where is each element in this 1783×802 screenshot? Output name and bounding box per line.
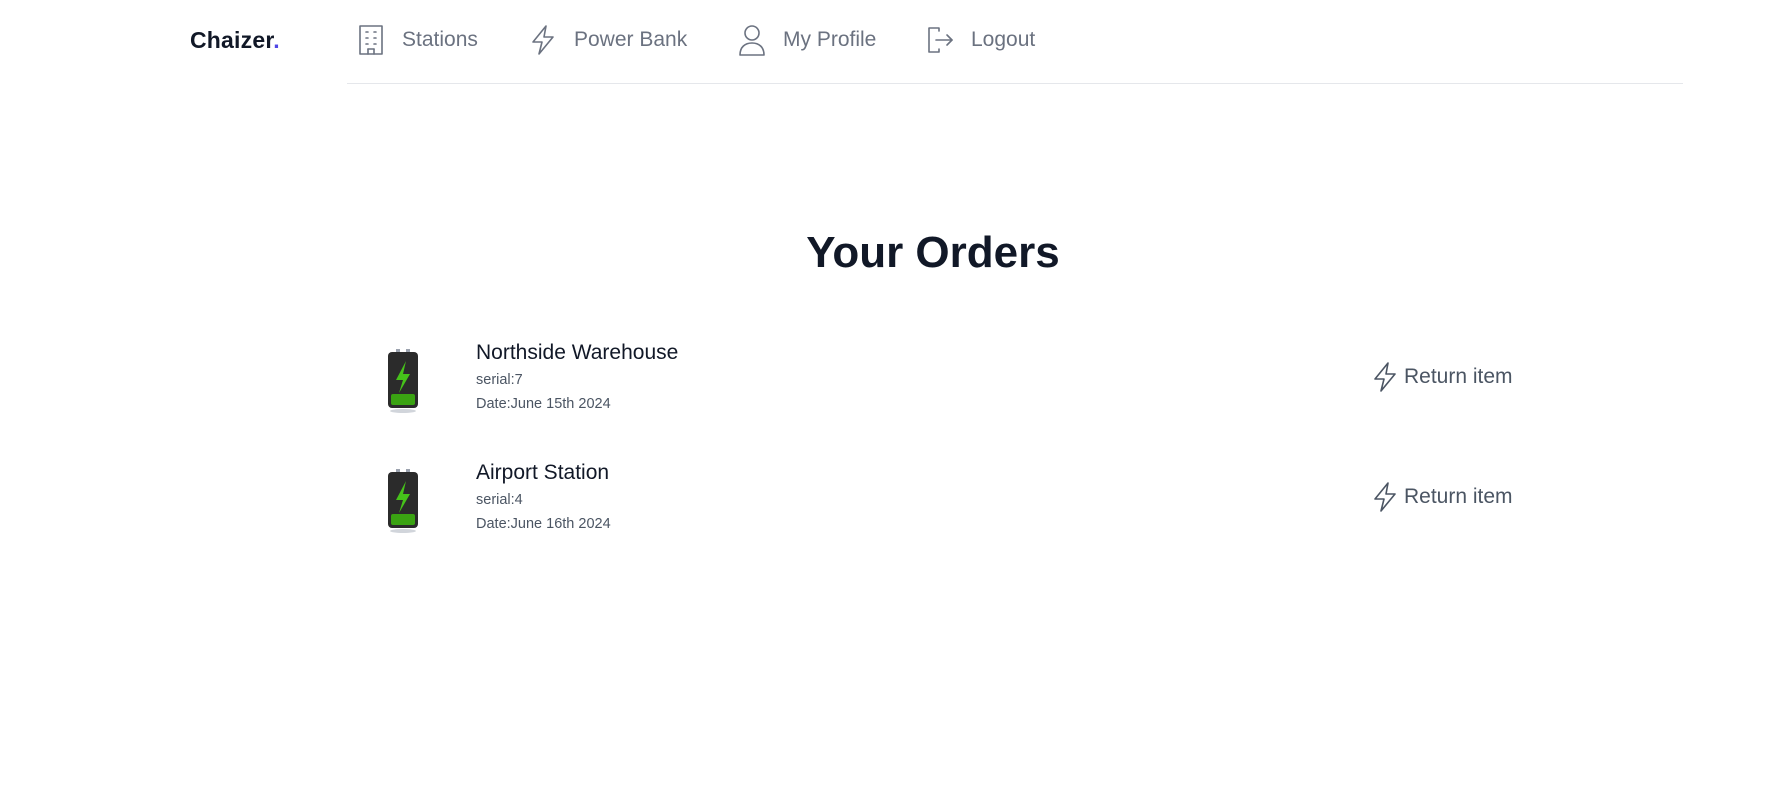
nav-power-bank[interactable]: Power Bank	[528, 22, 687, 58]
page-title: Your Orders	[806, 228, 1060, 277]
nav-label: Logout	[971, 28, 1036, 51]
building-icon	[359, 25, 383, 55]
user-icon	[739, 25, 765, 56]
serial-number: serial:4	[476, 492, 523, 508]
return-item-button[interactable]: Return item	[1370, 360, 1513, 394]
order-item: Northside Warehouse serial:7 Date:June 1…	[385, 338, 1515, 434]
nav-stations[interactable]: Stations	[356, 22, 478, 58]
brand-logo[interactable]: Chaizer.	[190, 27, 280, 54]
brand-name: Chaizer	[190, 27, 274, 53]
order-item: Airport Station serial:4 Date:June 16th …	[385, 458, 1515, 554]
bolt-icon	[1374, 362, 1396, 392]
serial-number: serial:7	[476, 372, 523, 388]
order-details: Airport Station serial:4 Date:June 16th …	[476, 458, 611, 536]
order-date: Date:June 15th 2024	[476, 396, 611, 412]
battery-icon	[388, 349, 418, 413]
return-item-label: Return item	[1404, 365, 1513, 388]
brand-dot: .	[273, 27, 280, 53]
nav-logout[interactable]: Logout	[925, 22, 1035, 58]
return-item-label: Return item	[1404, 485, 1513, 508]
station-name: Airport Station	[476, 461, 610, 484]
order-details: Northside Warehouse serial:7 Date:June 1…	[476, 338, 678, 416]
bolt-icon	[1374, 482, 1396, 512]
nav-my-profile[interactable]: My Profile	[737, 22, 876, 58]
nav-label: Power Bank	[574, 28, 688, 51]
bolt-icon	[532, 25, 554, 55]
nav-label: My Profile	[783, 28, 877, 51]
return-item-button[interactable]: Return item	[1370, 480, 1513, 514]
top-navbar: Chaizer. Stations Power Bank My Profile	[0, 0, 1783, 84]
order-date: Date:June 16th 2024	[476, 516, 611, 532]
battery-icon	[388, 469, 418, 533]
logout-icon	[928, 27, 953, 53]
station-name: Northside Warehouse	[476, 341, 679, 364]
main-nav: Stations Power Bank My Profile Logout	[347, 0, 1683, 84]
nav-label: Stations	[402, 28, 478, 51]
